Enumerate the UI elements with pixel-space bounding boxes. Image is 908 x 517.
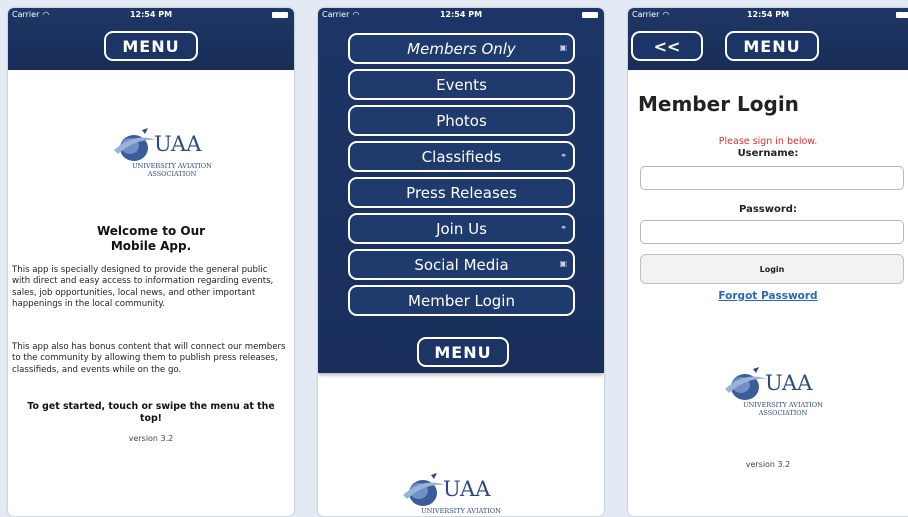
forgot-password-link[interactable]: Forgot Password [628, 290, 908, 302]
home-screen: Carrier ◠ 12:54 PM MENU UAA UNIVERSITY AV… [8, 8, 294, 516]
version-label: version 3.2 [745, 460, 791, 469]
battery-icon [272, 12, 288, 18]
logo-org-name: UNIVERSITY AVIATION ASSOCIATION [421, 507, 501, 516]
status-bar: Carrier ◠ 12:54 PM [318, 8, 604, 23]
login-button[interactable]: Login [640, 254, 904, 284]
globe-plane-logo-icon [725, 367, 767, 400]
uaa-logo: UAA UNIVERSITY AVIATION ASSOCIATION [723, 365, 843, 425]
uaa-logo: UAA UNIVERSITY AVIATION ASSOCIATION [401, 471, 521, 516]
menu-item-join-us[interactable]: Join Us ⚭ [348, 213, 575, 244]
page-title: Member Login [638, 92, 799, 116]
menu-item-social-media[interactable]: Social Media ▣ [348, 249, 575, 280]
link-icon: ⚭ [560, 151, 567, 160]
status-time: 12:54 PM [439, 10, 483, 19]
logo-org-name: UNIVERSITY AVIATION ASSOCIATION [132, 162, 212, 178]
menu-item-member-login[interactable]: Member Login [348, 285, 575, 316]
welcome-title: Welcome to Our Mobile App. [96, 224, 206, 253]
username-label: Username: [737, 148, 799, 159]
logo-org-name: UNIVERSITY AVIATION ASSOCIATION [743, 401, 823, 417]
menu-item-photos[interactable]: Photos [348, 105, 575, 136]
lock-icon: ▣ [559, 43, 567, 52]
status-bar: Carrier ◠ 12:54 PM [628, 8, 908, 23]
menu-item-members-only[interactable]: Members Only ▣ [348, 33, 575, 64]
battery-icon [582, 12, 598, 18]
uaa-logo: UAA UNIVERSITY AVIATION ASSOCIATION [112, 126, 232, 186]
login-screen: Carrier ◠ 12:54 PM << MENU Member Login P… [628, 8, 908, 516]
status-bar: Carrier ◠ 12:54 PM [8, 8, 294, 23]
link-icon: ⚭ [560, 223, 567, 232]
globe-plane-logo-icon [114, 128, 156, 161]
version-label: version 3.2 [128, 434, 174, 443]
menu-button[interactable]: MENU [417, 337, 509, 367]
battery-icon [896, 12, 908, 18]
signin-message: Please sign in below. [718, 136, 818, 147]
status-time: 12:54 PM [129, 10, 173, 19]
members-paragraph: This app also has bonus content that wil… [12, 342, 286, 375]
menu-button[interactable]: MENU [104, 31, 198, 61]
menu-item-press-releases[interactable]: Press Releases [348, 177, 575, 208]
get-started-text: To get started, touch or swipe the menu … [27, 401, 275, 424]
logo-name: UAA [765, 371, 813, 395]
globe-plane-logo-icon [403, 473, 445, 506]
lock-icon: ▣ [559, 259, 567, 268]
logo-name: UAA [154, 132, 202, 156]
back-button[interactable]: << [631, 31, 703, 61]
password-label: Password: [739, 204, 797, 215]
status-time: 12:54 PM [746, 10, 790, 19]
menu-item-classifieds[interactable]: Classifieds ⚭ [348, 141, 575, 172]
username-field[interactable] [640, 166, 904, 190]
menu-screen: Carrier ◠ 12:54 PM Members Only ▣ Events … [318, 8, 604, 516]
intro-paragraph: This app is specially designed to provid… [12, 265, 274, 310]
logo-name: UAA [443, 477, 491, 501]
password-field[interactable] [640, 220, 904, 244]
menu-item-events[interactable]: Events [348, 69, 575, 100]
menu-button[interactable]: MENU [725, 31, 819, 61]
